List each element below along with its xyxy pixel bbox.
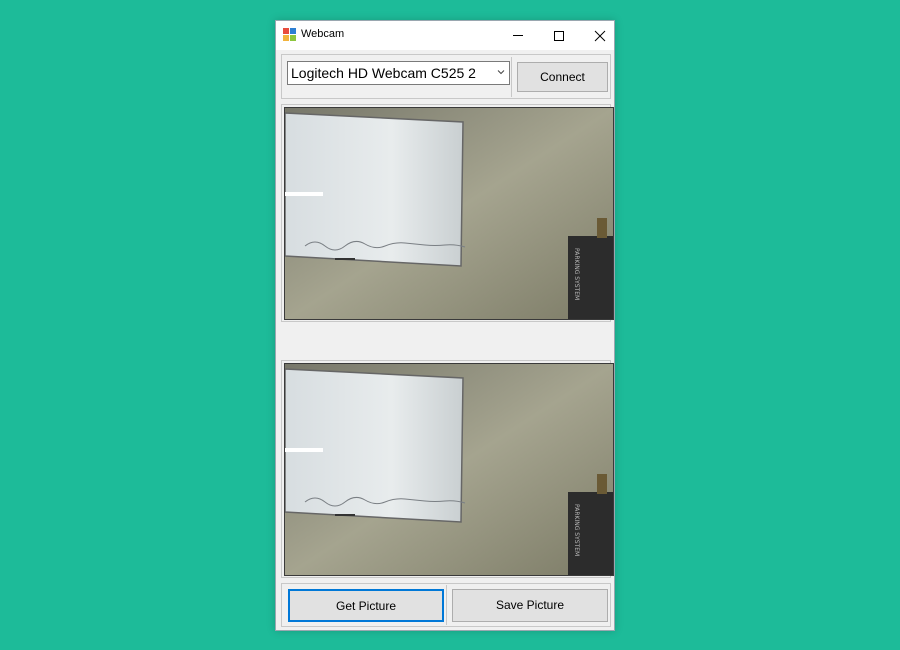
device-select[interactable]: Logitech HD Webcam C525 2 [287, 61, 510, 85]
captured-picture-panel: PARKING SYSTEM [281, 360, 614, 578]
get-picture-button[interactable]: Get Picture [288, 589, 444, 622]
device-select-value: Logitech HD Webcam C525 2 [291, 65, 476, 81]
panel-divider [511, 57, 512, 97]
chevron-down-icon [497, 70, 505, 75]
connect-button[interactable]: Connect [517, 62, 608, 92]
minimize-button[interactable] [497, 21, 539, 50]
close-button[interactable] [579, 21, 614, 50]
minimize-icon [513, 35, 523, 36]
save-picture-button[interactable]: Save Picture [452, 589, 608, 622]
title-bar[interactable]: Webcam [276, 21, 614, 50]
window-title: Webcam [301, 28, 345, 40]
maximize-icon [554, 31, 564, 41]
live-feed-panel: PARKING SYSTEM [281, 104, 614, 322]
app-form-icon [283, 28, 296, 41]
captured-scene-image: PARKING SYSTEM [285, 364, 613, 575]
svg-text:PARKING SYSTEM: PARKING SYSTEM [573, 248, 580, 300]
maximize-button[interactable] [538, 21, 580, 50]
close-icon [594, 30, 606, 42]
webcam-scene-image: PARKING SYSTEM [285, 108, 613, 319]
webcam-window: Webcam Logitech HD Webcam C525 2 Connect [275, 20, 615, 631]
captured-picture-view: PARKING SYSTEM [284, 363, 614, 576]
live-feed-view: PARKING SYSTEM [284, 107, 614, 320]
action-panel-divider [446, 585, 447, 625]
svg-text:PARKING SYSTEM: PARKING SYSTEM [573, 504, 580, 556]
